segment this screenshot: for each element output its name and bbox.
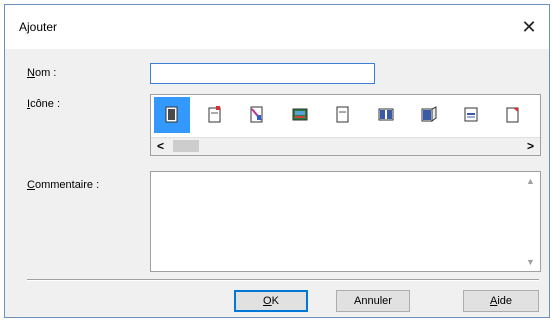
- document-plain-icon: [336, 106, 349, 123]
- document-icon: [165, 106, 178, 123]
- icon-horizontal-scrollbar[interactable]: < >: [151, 137, 540, 155]
- document-red-tab-icon: [208, 106, 221, 123]
- scroll-thumb[interactable]: [173, 140, 199, 152]
- icon-row: [151, 95, 540, 139]
- cancel-button[interactable]: Annuler: [336, 290, 410, 312]
- scroll-right-icon[interactable]: >: [527, 139, 534, 153]
- icon-option-book[interactable]: [368, 97, 404, 133]
- icon-option-diagonal[interactable]: [239, 97, 275, 133]
- document-text-icon: [464, 107, 478, 122]
- dialog-title: Ajouter: [19, 20, 58, 34]
- icon-option-red-tab[interactable]: [197, 97, 233, 133]
- document-red-corner-icon: [506, 107, 519, 123]
- photo-icon: [292, 108, 308, 121]
- icon-option-plain[interactable]: [325, 97, 361, 133]
- scroll-up-icon[interactable]: ▲: [526, 176, 535, 186]
- name-label: Nom :: [27, 67, 57, 79]
- help-button[interactable]: Aide: [463, 290, 539, 312]
- close-icon[interactable]: ✕: [517, 15, 541, 39]
- separator: [27, 279, 539, 281]
- icon-option-fold[interactable]: [411, 97, 447, 133]
- icon-option-red-corner[interactable]: [495, 97, 531, 133]
- add-dialog: Ajouter ✕ Nom : Icône : < > Commentaire …: [4, 4, 550, 318]
- book-icon: [378, 108, 394, 121]
- scroll-down-icon[interactable]: ▼: [526, 257, 535, 267]
- icon-option-photo[interactable]: [282, 97, 318, 133]
- document-fold-icon: [421, 106, 437, 122]
- name-input[interactable]: [150, 63, 375, 84]
- icon-picker[interactable]: < >: [150, 94, 541, 156]
- icon-option-document[interactable]: [154, 97, 190, 133]
- comment-vertical-scrollbar[interactable]: ▲ ▼: [523, 172, 540, 271]
- scroll-left-icon[interactable]: <: [157, 139, 164, 153]
- comment-textarea[interactable]: ▲ ▼: [150, 171, 541, 272]
- document-diagonal-icon: [250, 106, 263, 123]
- icon-label: Icône :: [27, 98, 61, 110]
- icon-option-text[interactable]: [453, 97, 489, 133]
- ok-button[interactable]: OK: [234, 290, 308, 312]
- comment-label: Commentaire :: [27, 179, 100, 191]
- title-bar: Ajouter ✕: [5, 5, 549, 49]
